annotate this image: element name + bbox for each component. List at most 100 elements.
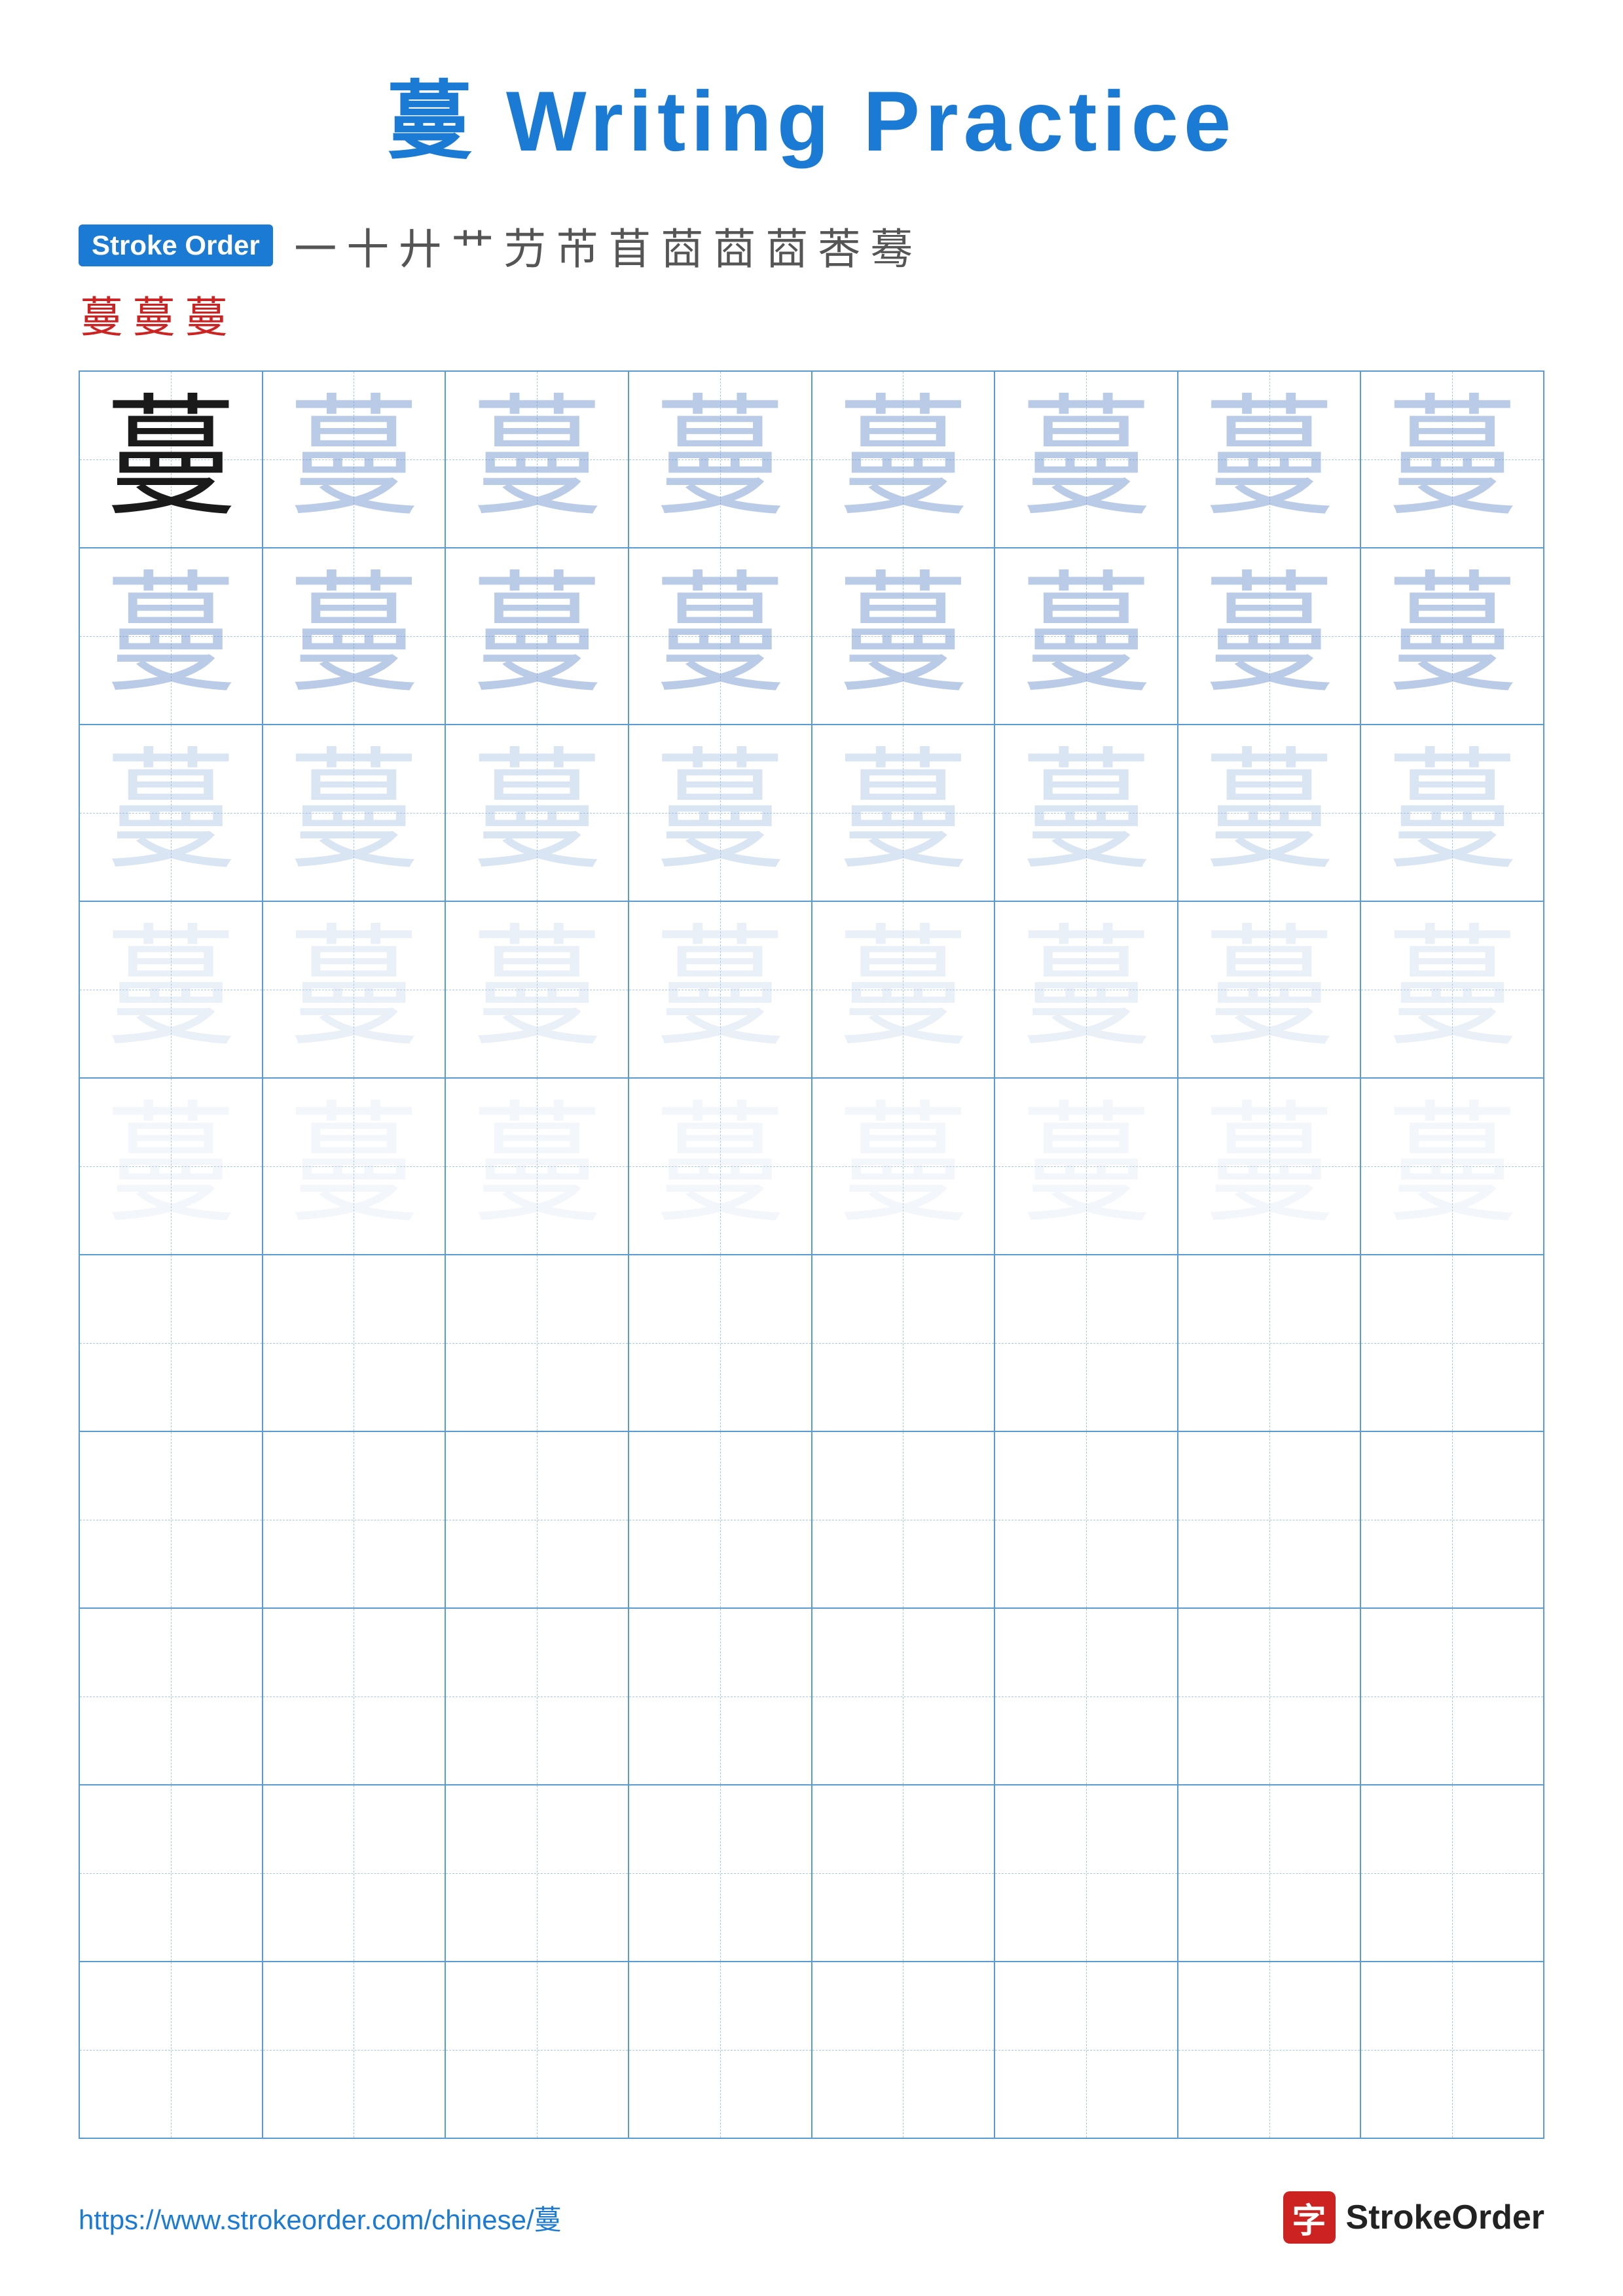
grid-cell-empty[interactable] (1360, 1785, 1544, 1962)
grid-cell[interactable]: 蔓 (812, 1078, 995, 1255)
grid-cell[interactable]: 蔓 (263, 1078, 446, 1255)
practice-char: 蔓 (1204, 747, 1335, 878)
grid-cell-empty[interactable] (79, 1255, 263, 1431)
grid-row-5: 蔓 蔓 蔓 蔓 蔓 蔓 蔓 (79, 1078, 1544, 1255)
grid-cell-empty[interactable] (1178, 1962, 1361, 2138)
logo-char: 字 (1292, 2193, 1326, 2242)
grid-cell[interactable]: 蔓 (79, 725, 263, 901)
grid-cell[interactable]: 蔓 (1178, 371, 1361, 548)
grid-cell[interactable]: 蔓 (263, 548, 446, 725)
grid-cell-empty[interactable] (629, 1431, 812, 1608)
grid-cell-empty[interactable] (812, 1608, 995, 1785)
grid-cell-empty[interactable] (812, 1255, 995, 1431)
grid-cell[interactable]: 蔓 (445, 548, 629, 725)
grid-cell-empty[interactable] (994, 1431, 1178, 1608)
grid-cell[interactable]: 蔓 (994, 371, 1178, 548)
grid-cell[interactable]: 蔓 (445, 725, 629, 901)
grid-cell-empty[interactable] (1178, 1255, 1361, 1431)
grid-cell-empty[interactable] (1178, 1608, 1361, 1785)
grid-cell[interactable]: 蔓 (812, 901, 995, 1078)
grid-cell-empty[interactable] (263, 1431, 446, 1608)
grid-cell-empty[interactable] (79, 1608, 263, 1785)
grid-cell[interactable]: 蔓 (629, 901, 812, 1078)
grid-cell[interactable]: 蔓 (1360, 901, 1544, 1078)
grid-cell[interactable]: 蔓 (812, 548, 995, 725)
grid-cell[interactable]: 蔓 (1360, 371, 1544, 548)
grid-cell[interactable]: 蔓 (1178, 1078, 1361, 1255)
grid-cell[interactable]: 蔓 (994, 548, 1178, 725)
grid-cell-empty[interactable] (79, 1785, 263, 1962)
grid-cell-empty[interactable] (79, 1962, 263, 2138)
stroke-1: 一 (293, 215, 338, 276)
grid-row-8 (79, 1608, 1544, 1785)
grid-cell-empty[interactable] (445, 1785, 629, 1962)
grid-cell-empty[interactable] (445, 1608, 629, 1785)
grid-cell[interactable]: 蔓 (1178, 725, 1361, 901)
grid-cell-empty[interactable] (629, 1608, 812, 1785)
grid-cell-empty[interactable] (1178, 1785, 1361, 1962)
grid-cell[interactable]: 蔓 (629, 548, 812, 725)
grid-cell-empty[interactable] (1360, 1962, 1544, 2138)
grid-cell-empty[interactable] (445, 1255, 629, 1431)
grid-cell[interactable]: 蔓 (263, 901, 446, 1078)
grid-cell-empty[interactable] (994, 1962, 1178, 2138)
grid-cell[interactable]: 蔓 (994, 901, 1178, 1078)
grid-cell[interactable]: 蔓 (812, 371, 995, 548)
grid-cell-empty[interactable] (263, 1785, 446, 1962)
grid-cell-empty[interactable] (1360, 1431, 1544, 1608)
grid-cell[interactable]: 蔓 (1178, 901, 1361, 1078)
grid-cell[interactable]: 蔓 (629, 1078, 812, 1255)
strokeorder-logo-icon: 字 (1283, 2191, 1336, 2244)
grid-cell[interactable]: 蔓 (994, 725, 1178, 901)
grid-cell-empty[interactable] (445, 1431, 629, 1608)
grid-cell-empty[interactable] (812, 1785, 995, 1962)
grid-cell[interactable]: 蔓 (1360, 725, 1544, 901)
grid-cell[interactable]: 蔓 (79, 1078, 263, 1255)
practice-char: 蔓 (1387, 571, 1518, 702)
grid-cell-empty[interactable] (812, 1431, 995, 1608)
grid-cell[interactable]: 蔓 (629, 371, 812, 548)
grid-cell-empty[interactable] (994, 1255, 1178, 1431)
grid-cell[interactable]: 蔓 (1360, 548, 1544, 725)
grid-cell-empty[interactable] (445, 1962, 629, 2138)
grid-cell-empty[interactable] (994, 1785, 1178, 1962)
grid-cell-empty[interactable] (263, 1962, 446, 2138)
practice-char: 蔓 (105, 924, 236, 1055)
footer-url[interactable]: https://www.strokeorder.com/chinese/蔓 (79, 2198, 562, 2238)
practice-char: 蔓 (1387, 1101, 1518, 1232)
grid-cell[interactable]: 蔓 (263, 371, 446, 548)
stroke-4: 艹 (450, 215, 496, 276)
grid-cell-empty[interactable] (812, 1962, 995, 2138)
grid-cell[interactable]: 蔓 (445, 371, 629, 548)
practice-char: 蔓 (105, 394, 236, 525)
grid-cell-empty[interactable] (629, 1255, 812, 1431)
grid-cell[interactable]: 蔓 (445, 901, 629, 1078)
grid-cell[interactable]: 蔓 (445, 1078, 629, 1255)
stroke-13: 蔓 (79, 283, 124, 344)
grid-cell[interactable]: 蔓 (79, 371, 263, 548)
stroke-order-badge: Stroke Order (79, 224, 273, 266)
grid-cell-empty[interactable] (263, 1255, 446, 1431)
grid-cell-empty[interactable] (1178, 1431, 1361, 1608)
grid-cell[interactable]: 蔓 (79, 901, 263, 1078)
title-chinese-char: 蔓 (387, 73, 477, 169)
grid-cell-empty[interactable] (629, 1785, 812, 1962)
practice-char: 蔓 (837, 747, 968, 878)
grid-cell[interactable]: 蔓 (812, 725, 995, 901)
grid-cell[interactable]: 蔓 (263, 725, 446, 901)
grid-row-1: 蔓 蔓 蔓 蔓 蔓 蔓 蔓 (79, 371, 1544, 548)
practice-char: 蔓 (655, 571, 786, 702)
grid-cell-empty[interactable] (263, 1608, 446, 1785)
grid-cell-empty[interactable] (1360, 1608, 1544, 1785)
grid-cell-empty[interactable] (629, 1962, 812, 2138)
grid-cell[interactable]: 蔓 (1360, 1078, 1544, 1255)
grid-cell-empty[interactable] (1360, 1255, 1544, 1431)
grid-cell[interactable]: 蔓 (79, 548, 263, 725)
grid-cell[interactable]: 蔓 (629, 725, 812, 901)
grid-cell[interactable]: 蔓 (1178, 548, 1361, 725)
grid-cell-empty[interactable] (994, 1608, 1178, 1785)
stroke-2: 十 (345, 215, 391, 276)
stroke-10: 莔 (764, 215, 810, 276)
grid-cell-empty[interactable] (79, 1431, 263, 1608)
grid-cell[interactable]: 蔓 (994, 1078, 1178, 1255)
